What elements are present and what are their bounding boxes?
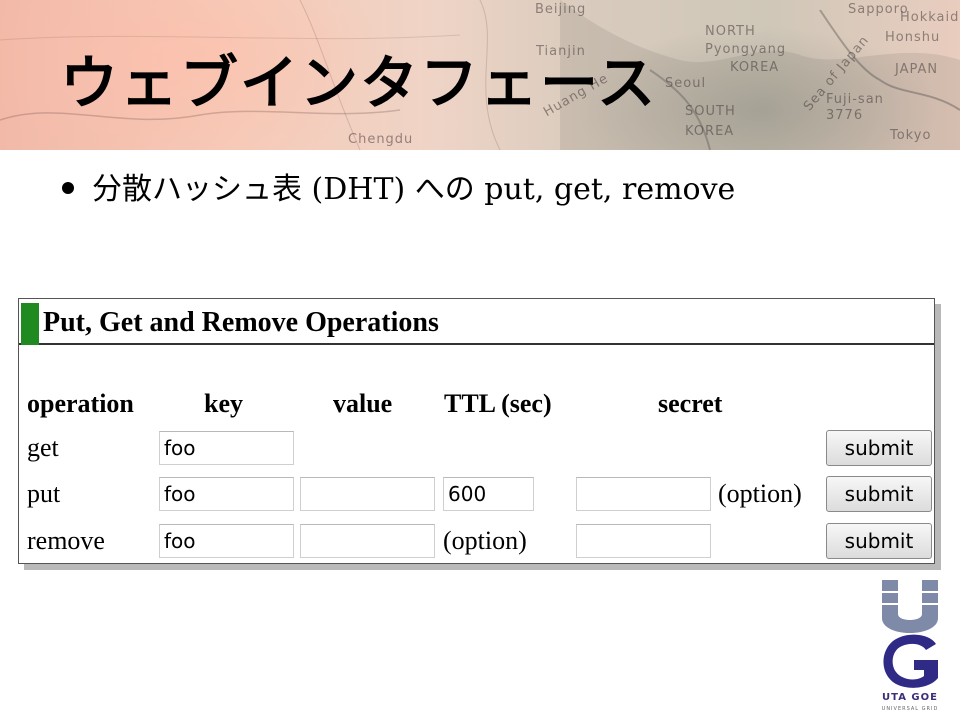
bullet-text: 分散ハッシュ表 (DHT) への put, get, remove [92,172,736,207]
put-ttl-input[interactable] [443,477,534,511]
put-secret-input[interactable] [576,477,711,511]
map-label: Chengdu [348,132,414,147]
map-label: Hokkaido [900,10,960,25]
title-banner: Beijing Tianjin NORTH Pyongyang KOREA Se… [0,0,960,150]
panel-accent-bar [21,303,39,345]
put-value-input[interactable] [300,477,435,511]
remove-secret-input[interactable] [576,524,711,558]
map-label: Pyongyang [705,42,787,57]
column-header-key: key [204,389,243,418]
row-label-put: put [27,479,61,508]
map-label: 3776 [826,108,864,123]
remove-submit-button[interactable]: submit [826,523,932,559]
ug-logo: UTA GOE UNIVERSAL GRID [868,578,952,718]
column-header-value: value [333,389,393,418]
map-label: Honshu [885,30,941,45]
logo-subcaption: UNIVERSAL GRID [881,706,939,712]
row-label-get: get [27,433,59,462]
bullet-point: 分散ハッシュ表 (DHT) への put, get, remove [62,164,735,208]
row-label-remove: remove [27,526,105,555]
map-label: Beijing [535,2,587,17]
map-label: Tokyo [890,128,932,143]
ug-logo-icon [882,580,938,688]
map-label: JAPAN [895,62,939,77]
panel-header: Put, Get and Remove Operations [19,299,934,345]
map-label: NORTH [705,24,756,39]
put-key-input[interactable] [159,477,294,511]
column-header-operation: operation [27,389,134,418]
logo-caption: UTA GOE [882,692,938,703]
slide-title: ウェブインタフェース [60,49,658,117]
remove-key-input[interactable] [159,524,294,558]
column-header-ttl: TTL (sec) [444,389,552,418]
put-submit-button[interactable]: submit [826,476,932,512]
map-label: Fuji-san [826,92,884,107]
panel-title: Put, Get and Remove Operations [43,307,439,338]
dht-web-form: Put, Get and Remove Operations operation… [18,298,935,564]
bullet-dot-icon [62,182,74,194]
map-label: KOREA [730,60,780,75]
remove-value-input[interactable] [300,524,435,558]
map-label: Seoul [665,76,707,91]
column-header-secret: secret [658,389,723,418]
get-key-input[interactable] [159,431,294,465]
remove-ttl-option-note: (option) [443,526,527,555]
put-secret-option-note: (option) [718,479,802,508]
map-label: SOUTH [685,104,736,119]
map-label: KOREA [685,124,735,139]
get-submit-button[interactable]: submit [826,430,932,466]
